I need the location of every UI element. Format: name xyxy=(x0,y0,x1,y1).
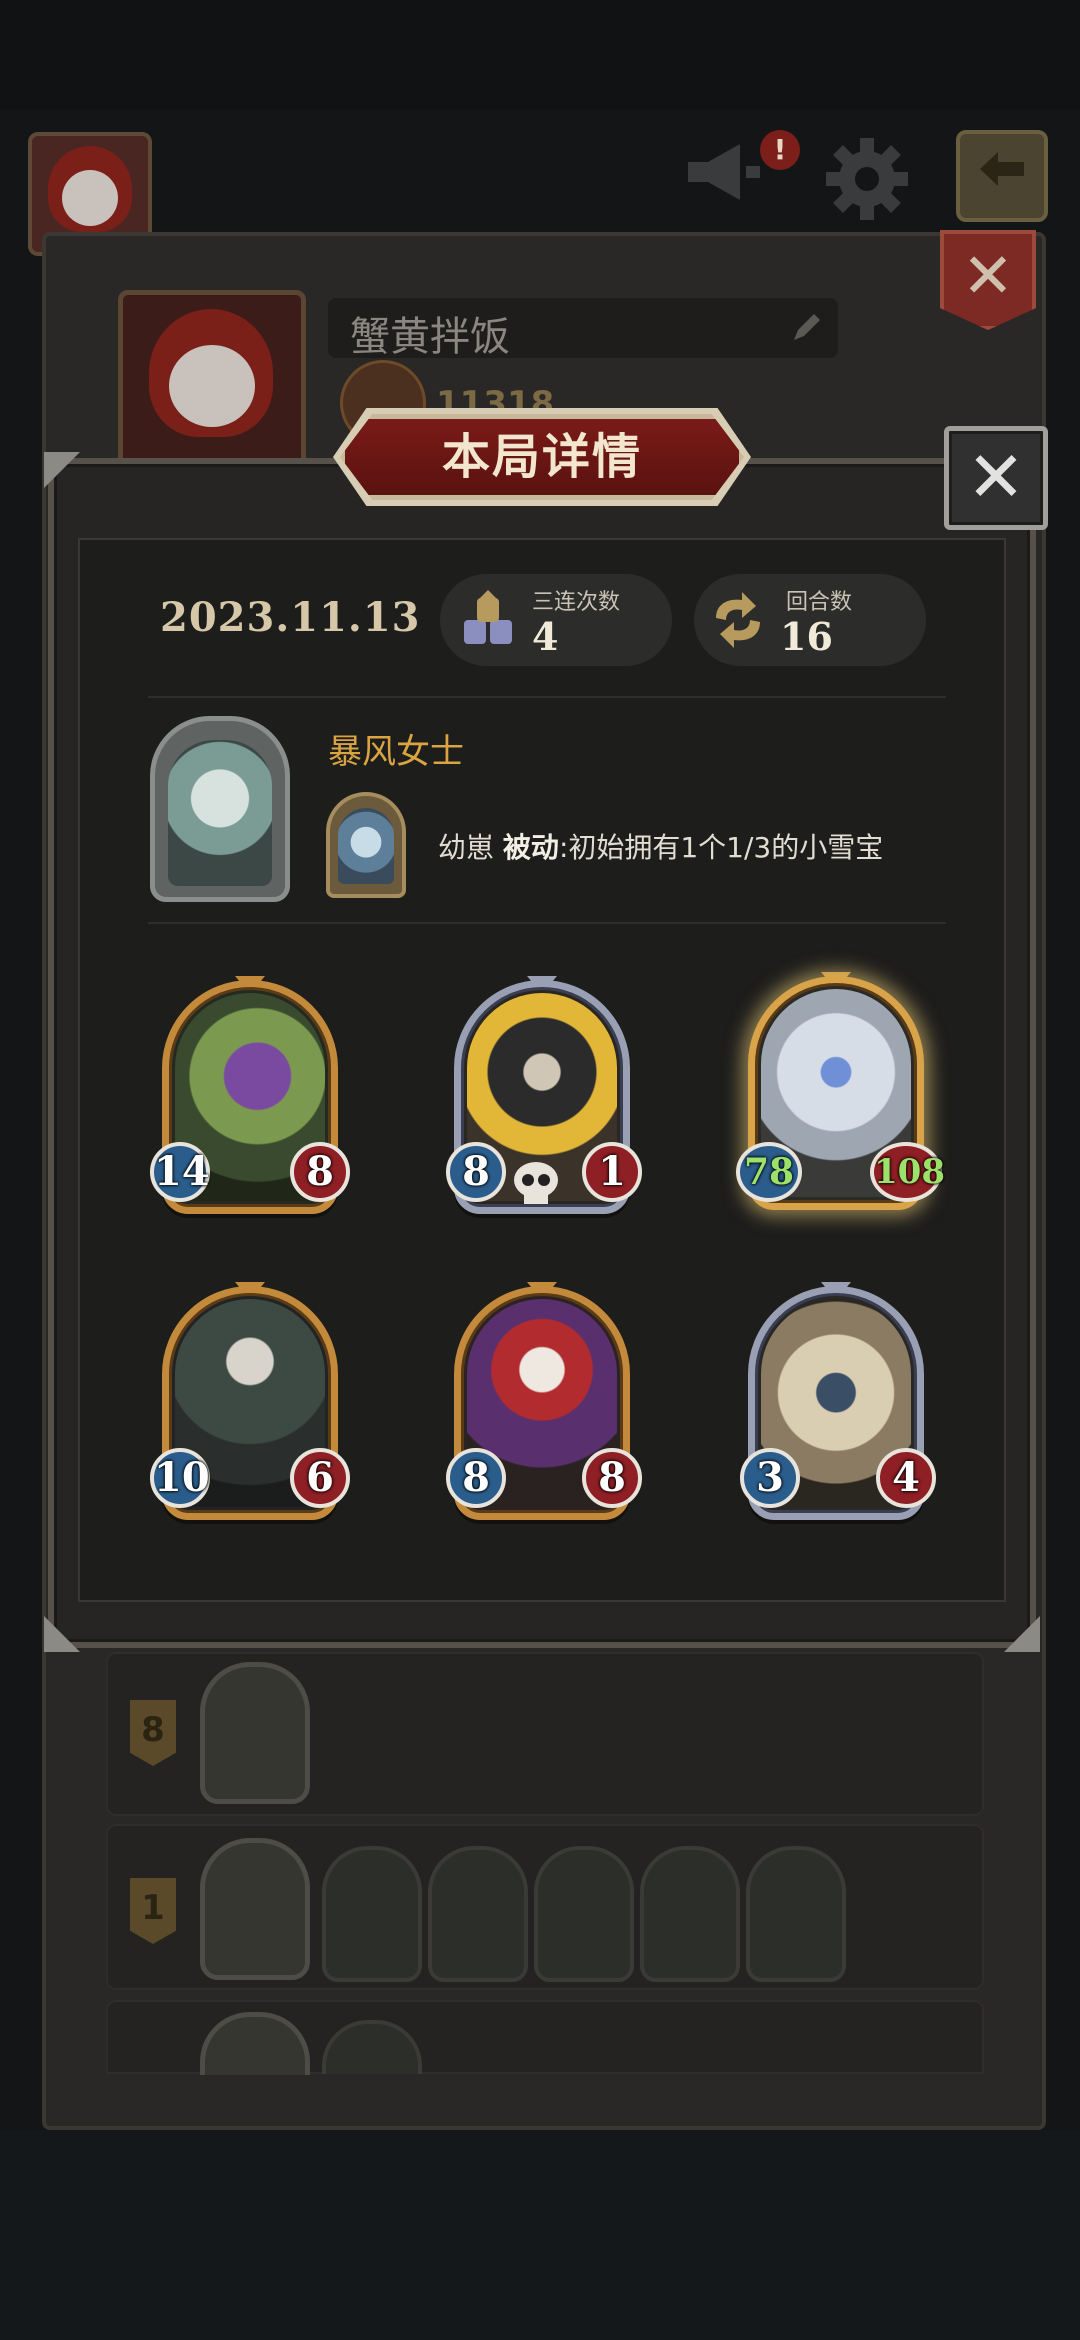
edit-pencil-icon[interactable] xyxy=(790,310,824,348)
history-hero-portrait xyxy=(200,1662,310,1804)
turn-count-label: 回合数 xyxy=(786,590,853,615)
divider xyxy=(148,922,946,924)
close-button[interactable]: ✕ xyxy=(944,426,1048,530)
minion-health: 8 xyxy=(290,1142,350,1202)
megaphone-icon[interactable] xyxy=(684,140,764,215)
hero-skill-name: 幼崽 xyxy=(438,831,495,864)
minion-health: 4 xyxy=(876,1448,936,1508)
hero-skill-type: 被动 xyxy=(502,831,559,864)
triple-icon xyxy=(460,590,516,650)
minion-attack: 14 xyxy=(150,1142,210,1202)
exit-button[interactable] xyxy=(956,130,1048,222)
minion-health: 1 xyxy=(582,1142,642,1202)
minion-health: 108 xyxy=(870,1142,945,1202)
minion-attack: 3 xyxy=(740,1448,800,1508)
player-name: 蟹黄拌饭 xyxy=(350,314,510,360)
minion-health: 6 xyxy=(290,1448,350,1508)
triple-count-label: 三连次数 xyxy=(532,590,621,615)
minion-health: 8 xyxy=(582,1448,642,1508)
match-date: 2023.11.13 xyxy=(160,594,421,641)
history-minion xyxy=(428,1846,528,1982)
hero-portrait xyxy=(168,740,272,886)
divider xyxy=(148,696,946,698)
hero-name: 暴风女士 xyxy=(328,732,464,772)
turn-count-value: 16 xyxy=(780,614,833,659)
minion-attack: 8 xyxy=(446,1448,506,1508)
triple-count-value: 4 xyxy=(532,614,559,659)
notice-badge: ! xyxy=(760,130,800,170)
hero-skill-text: 幼崽 被动:初始拥有1个1/3的小雪宝 xyxy=(438,826,883,866)
top-bar xyxy=(0,0,1080,110)
turns-icon xyxy=(710,590,766,650)
settings-gear-icon[interactable] xyxy=(822,134,912,235)
history-minion xyxy=(534,1846,634,1982)
minion-attack: 8 xyxy=(446,1142,506,1202)
minion-attack: 10 xyxy=(150,1448,210,1508)
hero-skill-icon xyxy=(338,808,394,884)
history-minion xyxy=(322,1846,422,1982)
history-minion xyxy=(640,1846,740,1982)
skull-icon xyxy=(510,1160,562,1212)
dialog-title: 本局详情 xyxy=(441,429,642,485)
hero-skill-desc: :初始拥有1个1/3的小雪宝 xyxy=(558,831,884,864)
minion-attack: 78 xyxy=(736,1142,802,1202)
bottom-area xyxy=(0,2130,1080,2340)
history-minion xyxy=(746,1846,846,1982)
history-rank-badge: 1 xyxy=(130,1878,176,1944)
history-rank-badge: 8 xyxy=(130,1700,176,1766)
player-avatar[interactable] xyxy=(118,290,306,470)
history-hero-portrait xyxy=(200,1838,310,1980)
